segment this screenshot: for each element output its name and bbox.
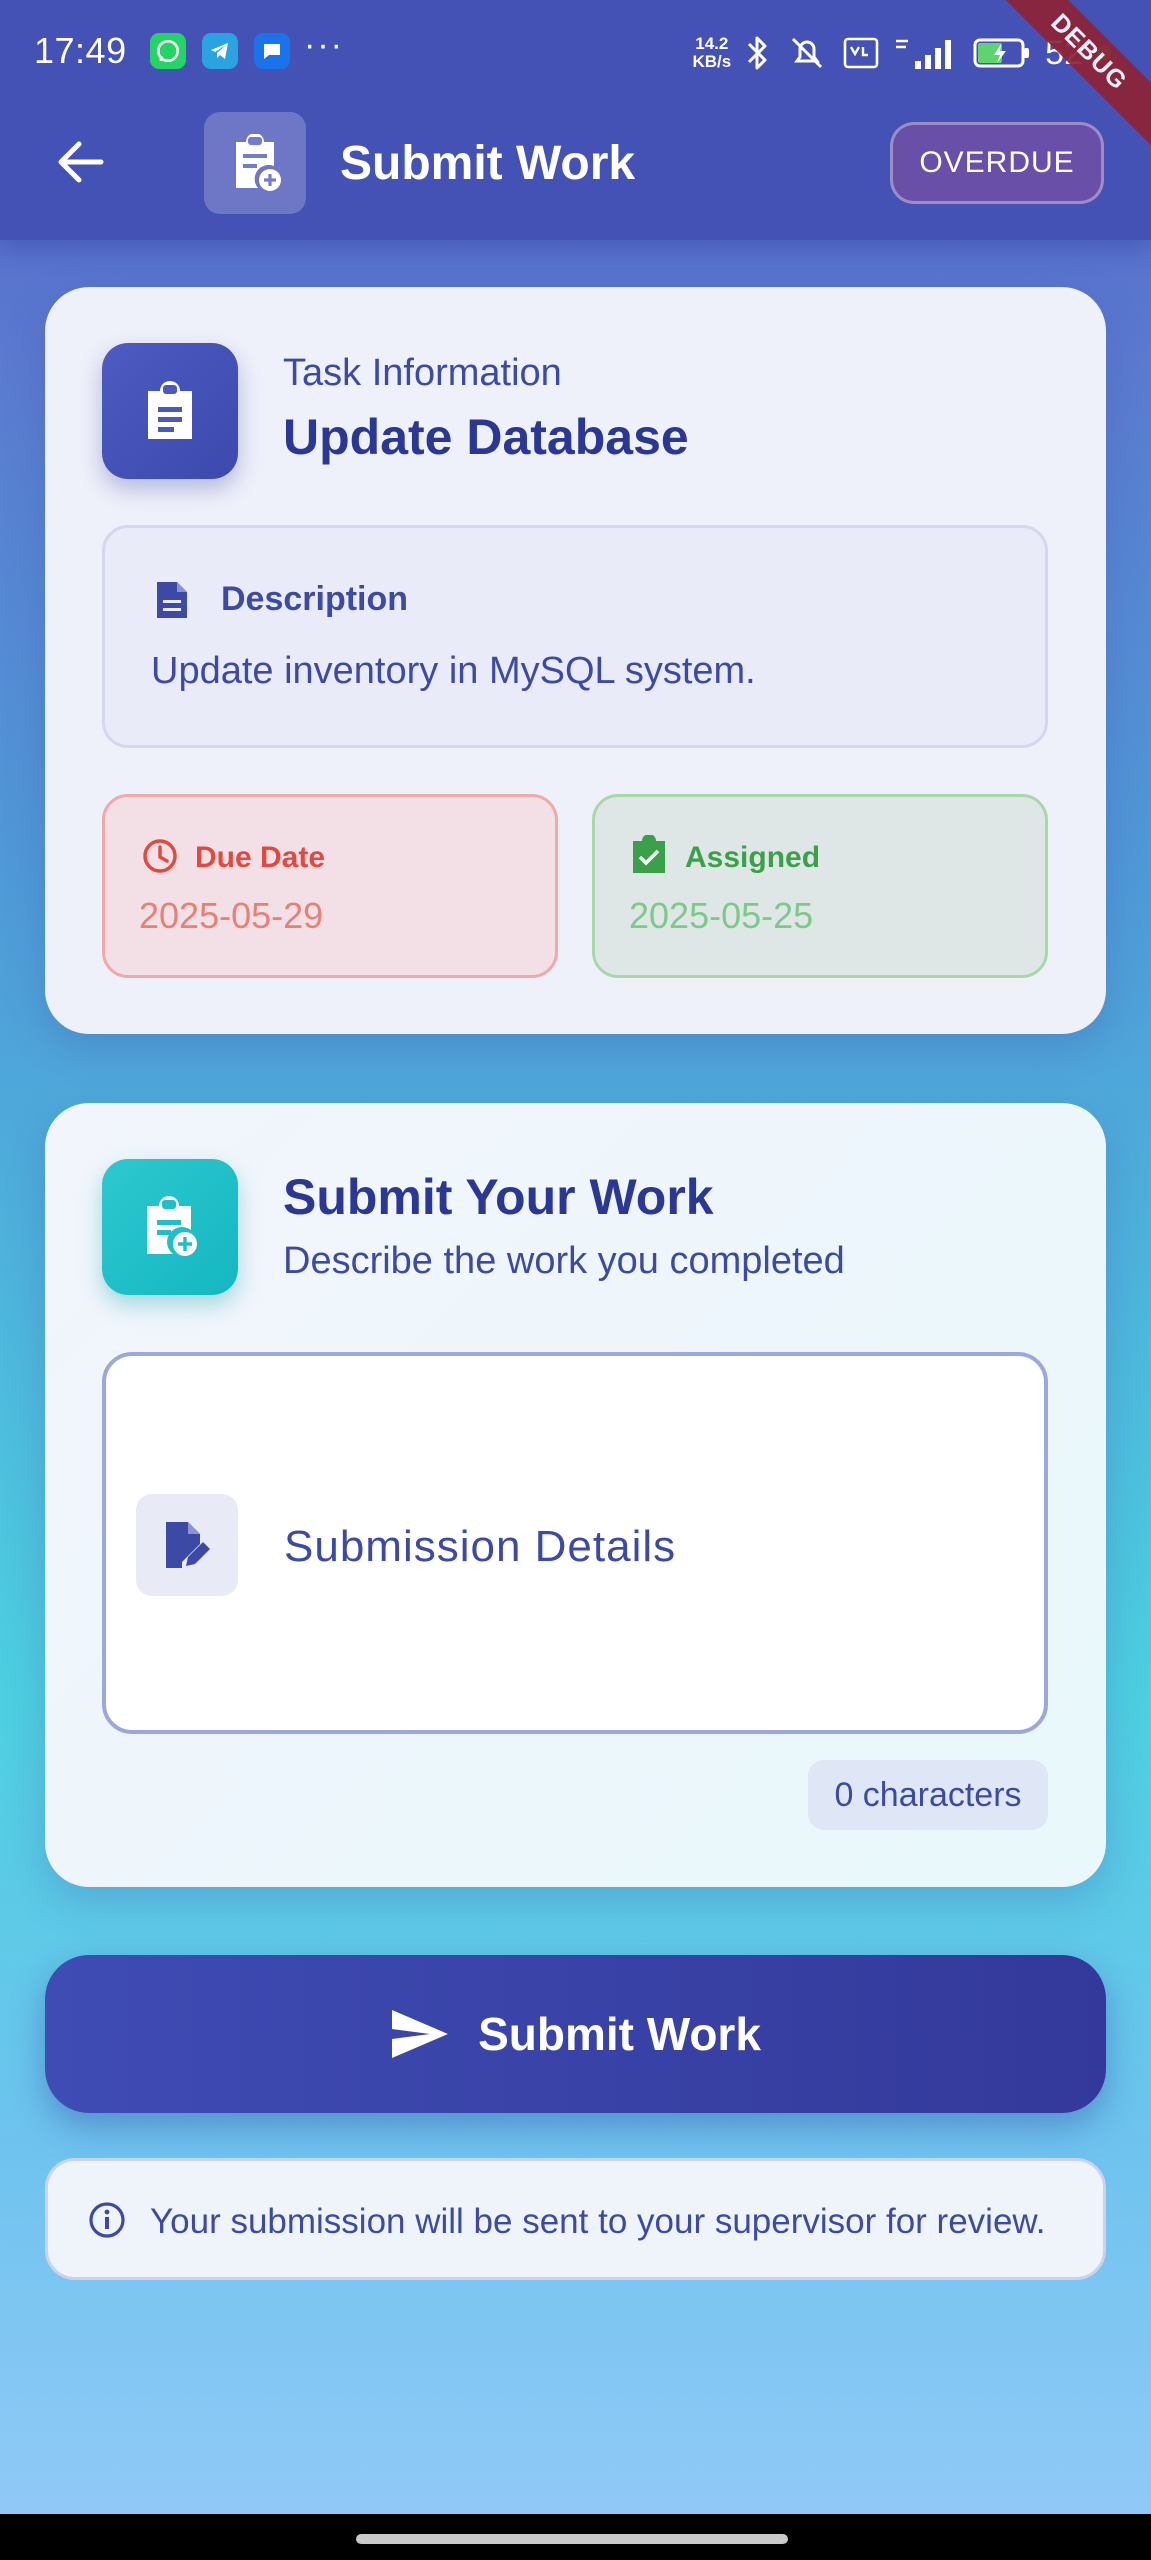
submit-icon-tile — [102, 1159, 238, 1295]
network-speed: 14.2 KB/s — [692, 34, 732, 71]
overdue-status-badge: OVERDUE — [890, 122, 1104, 204]
submit-section-heading: Submit Your Work — [283, 1169, 714, 1225]
signal-icon — [896, 39, 952, 69]
status-bar: 17:49 ··· 14.2 KB/s — [0, 0, 1151, 104]
arrow-back-icon — [58, 141, 104, 183]
bluetooth-icon — [748, 36, 767, 70]
submission-details-placeholder: Submission Details — [284, 1522, 677, 1571]
assigned-date-label: Assigned — [685, 841, 821, 874]
more-notifications-icon: ··· — [304, 26, 344, 64]
assignment-add-icon — [236, 134, 281, 191]
status-time: 17:49 — [34, 30, 127, 71]
battery-icon — [973, 38, 1030, 68]
page-title: Submit Work — [340, 137, 636, 190]
edit-document-icon — [166, 1522, 210, 1568]
header-icon-box — [204, 112, 306, 214]
task-section-label: Task Information — [283, 352, 562, 394]
home-gesture-indicator[interactable] — [356, 2534, 788, 2544]
telegram-icon — [202, 33, 238, 69]
details-icon-box — [136, 1494, 238, 1596]
assigned-date-box: Assigned 2025-05-25 — [592, 794, 1048, 978]
due-date-value: 2025-05-29 — [139, 895, 324, 936]
character-count-badge: 0 characters — [808, 1760, 1048, 1830]
muted-bell-icon — [792, 37, 823, 69]
messages-icon — [254, 33, 290, 69]
assignment-add-icon — [147, 1196, 197, 1256]
whatsapp-icon — [150, 33, 186, 69]
description-document-icon — [157, 582, 187, 618]
assigned-date-value: 2025-05-25 — [629, 895, 814, 936]
back-button[interactable] — [50, 132, 110, 192]
assignment-icon — [148, 381, 192, 439]
assignment-turned-in-icon — [633, 835, 665, 873]
description-text: Update inventory in MySQL system. — [151, 650, 756, 692]
submit-work-button-label: Submit Work — [478, 2008, 761, 2060]
due-date-label: Due Date — [195, 841, 326, 874]
description-label: Description — [221, 580, 409, 618]
submission-details-input[interactable]: Submission Details — [102, 1352, 1048, 1734]
info-banner: Your submission will be sent to your sup… — [45, 2158, 1106, 2280]
info-banner-text: Your submission will be sent to your sup… — [150, 2202, 1046, 2241]
send-icon — [392, 2010, 449, 2058]
task-title: Update Database — [283, 409, 689, 465]
clock-icon — [143, 839, 177, 873]
app-bar: 17:49 ··· 14.2 KB/s Submit Work OVERDUE — [0, 0, 1151, 240]
info-icon — [89, 2202, 125, 2238]
due-date-box: Due Date 2025-05-29 — [102, 794, 558, 978]
submit-section-subheading: Describe the work you completed — [283, 1240, 845, 1282]
volte-icon — [843, 37, 879, 69]
description-box: Description Update inventory in MySQL sy… — [102, 525, 1048, 748]
submit-work-button[interactable]: Submit Work — [45, 1955, 1106, 2113]
task-icon-tile — [102, 343, 238, 479]
